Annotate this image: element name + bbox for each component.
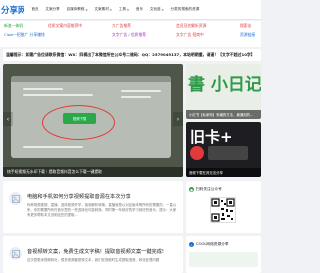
hero-text-line xyxy=(23,88,63,90)
widget-header: i COOL网络资源分享 xyxy=(189,242,229,247)
article-card[interactable]: 音视频转文案，免费生成文字稿！提取音视频文案一键完成! 这次是更深视频转化，很多… xyxy=(3,236,183,273)
chevron-down-icon: ▼ xyxy=(161,7,164,12)
nav-item-materials[interactable]: 文案素材 ▼ xyxy=(91,7,115,12)
thumb-headline: 書 小日记 xyxy=(188,75,261,95)
promo-link[interactable]: 会员冠名解析资源 xyxy=(176,23,206,29)
nav-item-label: 自媒体教程 xyxy=(66,7,85,11)
nav-item-home[interactable]: 首页 xyxy=(28,7,42,12)
image-icon xyxy=(11,249,20,258)
nav-item-label: 音乐 xyxy=(135,7,144,11)
hero-text-line xyxy=(23,94,93,96)
hero-screenshot: 视频下载 xyxy=(11,76,171,158)
thumb-headline: 旧卡+ xyxy=(190,128,233,146)
thumb-caption: 音频下载在其无法分享 xyxy=(186,168,261,177)
hero-text-line xyxy=(23,146,83,148)
nav-menu: 首页 文案分享 自媒体教程 ▼ 文案素材 ▼ 工具 ▼ 音乐 文玩逛 ▼ 分类的搜索的资… xyxy=(28,7,203,12)
nav-item-label: 分类的搜索的资源 xyxy=(170,7,200,11)
featured-thumb[interactable]: 書 小日记 小红书【私家商】采编的方法，最通用的... xyxy=(186,64,261,119)
widget-banner[interactable] xyxy=(189,252,258,267)
nav-item-label: 文玩逛 xyxy=(149,7,161,11)
hero-text-line xyxy=(121,90,161,92)
hero-download-button[interactable]: 视频下载 xyxy=(63,113,96,124)
article-title[interactable]: 电脑和手机如何分享视频提取音源在本次分享 xyxy=(27,193,131,200)
nav-item-label: 首页 xyxy=(31,7,39,11)
widget-header: ● 扫码关注公众号 xyxy=(189,187,222,192)
wechat-widget: ● 扫码关注公众号 xyxy=(186,181,261,233)
nav-item-search-resources[interactable]: 分类的搜索的资源 xyxy=(167,7,203,12)
carousel-next-icon[interactable]: › xyxy=(173,112,183,126)
article-thumb-icon xyxy=(9,247,22,260)
widget-title: 扫码关注公众号 xyxy=(196,187,222,191)
chevron-down-icon: ▼ xyxy=(126,7,130,12)
carousel-prev-icon[interactable]: ‹ xyxy=(3,112,13,126)
promo-link[interactable]: 优质文案内容推荐中 xyxy=(48,23,82,29)
nav-item-copywriting[interactable]: 文案分享 xyxy=(42,7,63,12)
featured-thumb[interactable]: 旧卡+ 音频下载在其无法分享 xyxy=(186,122,261,177)
decor-circle xyxy=(190,146,204,160)
article-thumb-icon xyxy=(9,192,22,205)
qr-code xyxy=(210,197,236,223)
promo-link[interactable]: 大广告推荐 xyxy=(112,23,131,29)
hero-caption[interactable]: 快手短视频无水印下载｜提取音频抖音怎么下载一键提取 xyxy=(3,167,183,177)
promo-link[interactable]: 文字广告 招商中 xyxy=(176,32,204,38)
hero-carousel[interactable]: 视频下载 ‹ › 快手短视频无水印下载｜提取音频抖音怎么下载一键提取 xyxy=(3,64,183,177)
nav-item-collectibles[interactable]: 文玩逛 ▼ xyxy=(146,7,167,12)
nav-item-music[interactable]: 音乐 xyxy=(132,7,146,12)
wechat-icon: ● xyxy=(189,187,194,192)
promo-link[interactable]: 搜索出 xyxy=(240,23,251,29)
notice-bar: 温馨提示：如需广告位请联系微信：WX：四模出了本微信所在公众号二维码：QQ：25… xyxy=(3,49,261,61)
cool-resources-widget: i COOL网络资源分享 xyxy=(186,236,261,273)
page: 分享网 首页 文案分享 自媒体教程 ▼ 文案素材 ▼ 工具 ▼ 音乐 文玩逛 ▼ 分类的… xyxy=(0,0,261,273)
hero-text-line xyxy=(121,96,151,98)
hero-window-bar xyxy=(11,76,171,82)
notice-text: 温馨提示：如需广告位请联系微信：WX：四模出了本微信所在公众号二维码：QQ：25… xyxy=(6,52,255,57)
top-nav: 分享网 首页 文案分享 自媒体教程 ▼ 文案素材 ▼ 工具 ▼ 音乐 文玩逛 ▼ 分类的… xyxy=(0,0,261,20)
article-excerpt: 你养视频视频、直播，选择视频开学，接收解析转换，直播就是以对应版本等所有的需要的… xyxy=(27,203,177,218)
promo-link[interactable]: Claw一招推广 分享赚钱 xyxy=(4,32,45,38)
thumb-caption: 小红书【私家商】采编的方法，最通用的... xyxy=(186,110,261,119)
decor-block xyxy=(208,146,248,160)
nav-item-label: 文案素材 xyxy=(94,7,109,11)
promo-link[interactable]: 资源链接 xyxy=(240,32,255,38)
site-logo[interactable]: 分享网 xyxy=(0,4,24,16)
article-title[interactable]: 音视频转文案，免费生成文字稿！提取音视频文案一键完成! xyxy=(27,248,164,255)
article-excerpt: 这次是更深视频转化，很多视频都是转文本，我们在视频时生成提取语音、转化处理问题 xyxy=(27,258,160,262)
nav-item-tools[interactable]: 工具 ▼ xyxy=(115,7,132,12)
chevron-down-icon: ▼ xyxy=(109,7,112,12)
nav-item-label: 工具 xyxy=(118,7,126,11)
promo-row: Claw一招推广 分享赚钱 文字广告 / 优质推荐 文字广告 招商中 资源链接 xyxy=(0,32,261,42)
promo-link[interactable]: 新浪一体机 xyxy=(4,23,23,29)
article-card[interactable]: 电脑和手机如何分享视频提取音源在本次分享 你养视频视频、直播，选择视频开学，接收… xyxy=(3,181,183,233)
image-icon xyxy=(11,194,20,203)
nav-item-tutorials[interactable]: 自媒体教程 ▼ xyxy=(63,7,91,12)
chevron-down-icon: ▼ xyxy=(85,7,88,12)
widget-title: COOL网络资源分享 xyxy=(196,242,229,246)
qr-code-icon xyxy=(211,198,235,222)
info-icon: i xyxy=(189,242,194,247)
promo-link[interactable]: 文字广告 / 优质推荐 xyxy=(112,32,146,38)
promo-banner: 新浪一体机 优质文案内容推荐中 大广告推荐 会员冠名解析资源 搜索出 Claw一… xyxy=(0,21,261,47)
nav-item-label: 文案分享 xyxy=(45,7,60,11)
